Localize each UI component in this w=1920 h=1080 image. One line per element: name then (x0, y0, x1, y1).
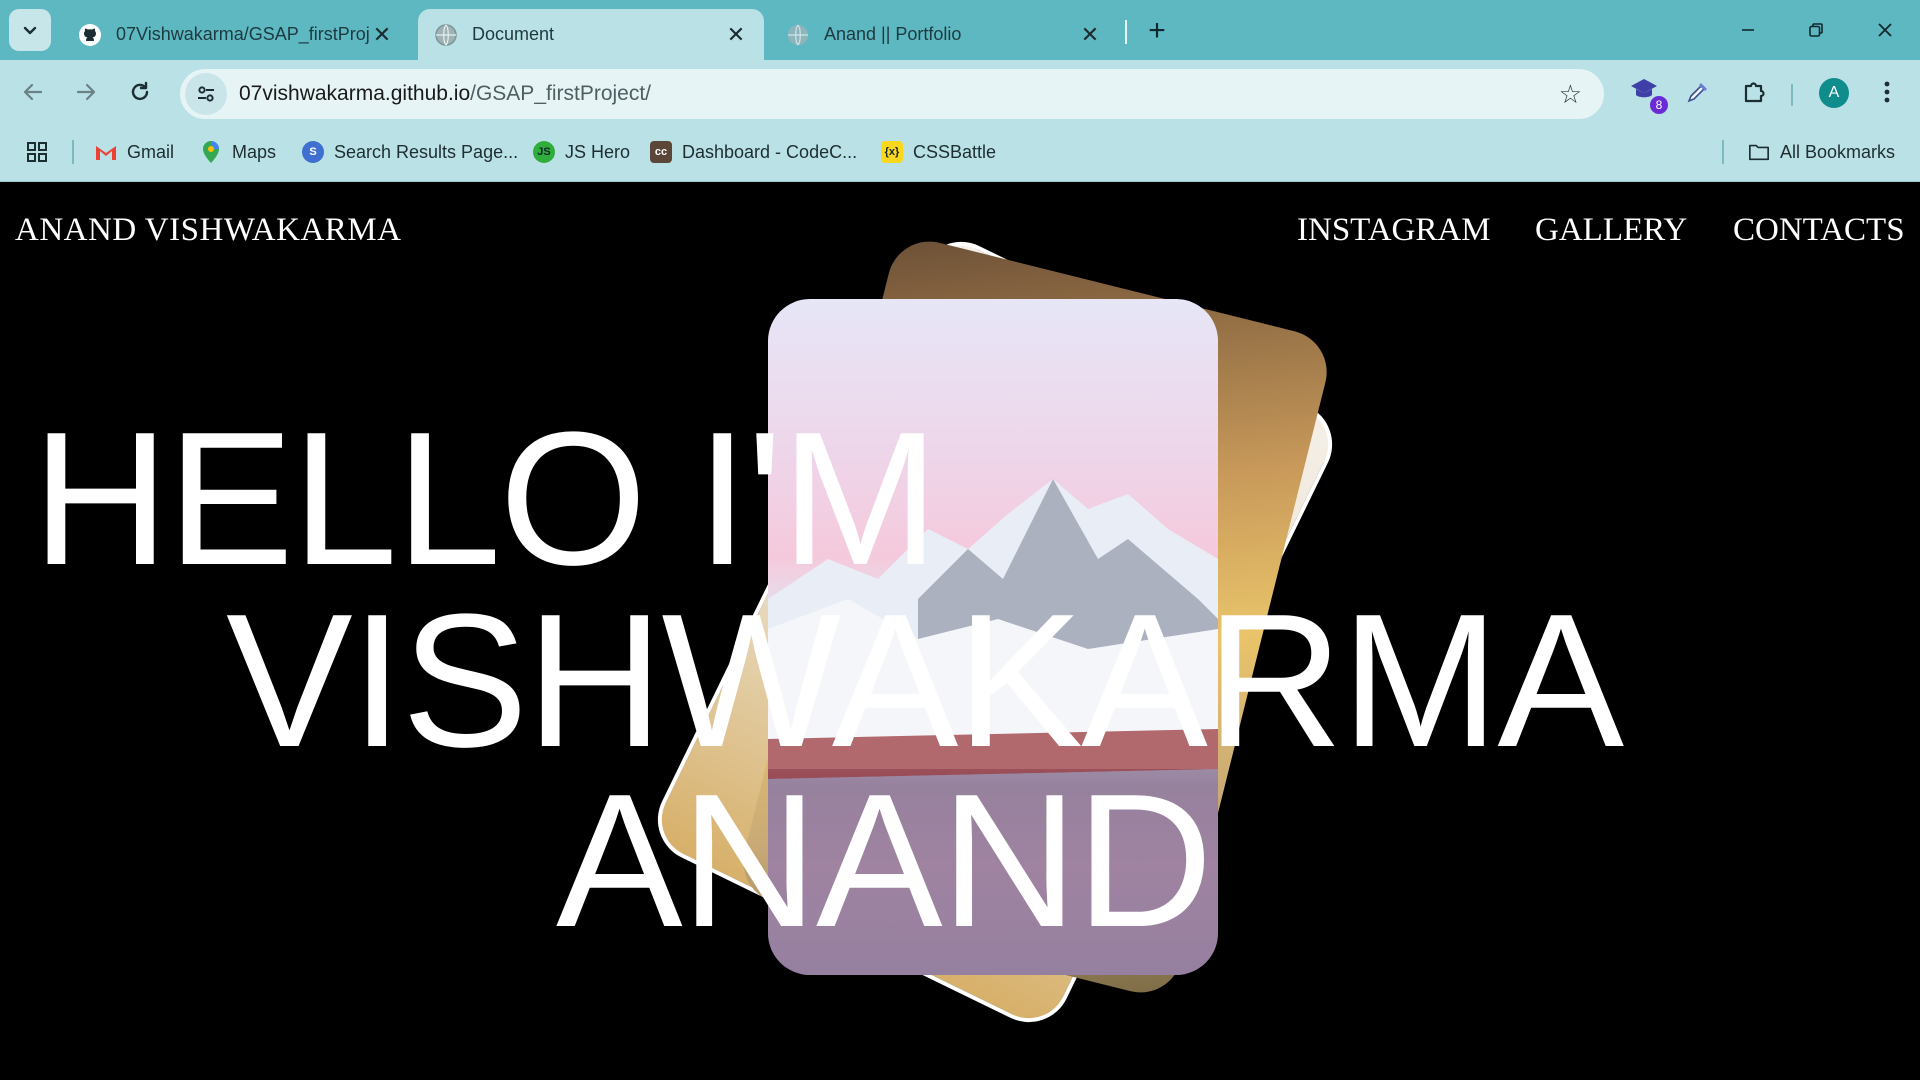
gmail-icon (95, 141, 117, 163)
restore-icon (1809, 23, 1823, 37)
headline-line-1: HELLO I'M (32, 393, 939, 605)
tab-separator (1125, 20, 1127, 44)
bookmark-maps[interactable]: Maps (200, 138, 276, 166)
url-path: /GSAP_firstProject/ (470, 82, 652, 105)
close-icon (1878, 23, 1892, 37)
bookmark-label: Maps (232, 141, 277, 162)
close-icon[interactable]: ✕ (370, 22, 394, 47)
url-text: 07vishwakarma.github.io/GSAP_firstProjec… (239, 82, 651, 106)
tune-icon (198, 86, 214, 102)
bookmark-label: CSSBattle (913, 141, 997, 162)
js-hero-icon: JS (533, 141, 555, 163)
folder-icon (1748, 141, 1770, 163)
bookmark-codechef[interactable]: cc Dashboard - CodeC... (650, 138, 857, 166)
close-window-button[interactable] (1865, 12, 1905, 48)
bookmark-cssbattle[interactable]: {x} CSSBattle (881, 138, 996, 166)
minimize-button[interactable] (1728, 12, 1768, 48)
globe-icon (788, 24, 808, 45)
globe-icon (435, 23, 457, 46)
arrow-right-icon (76, 83, 96, 101)
more-vertical-icon (1884, 81, 1890, 103)
nav-contacts[interactable]: CONTACTS (1733, 212, 1905, 249)
bookmarks-separator (72, 140, 74, 164)
close-icon[interactable]: ✕ (724, 22, 748, 47)
chevron-down-icon (23, 26, 37, 35)
site-brand[interactable]: ANAND VISHWAKARMA (15, 212, 402, 249)
tab-search-button[interactable] (9, 9, 51, 51)
tab-strip: 07Vishwakarma/GSAP_firstProje ✕ Document… (0, 0, 1920, 60)
forward-button[interactable] (66, 72, 106, 112)
puzzle-icon (1744, 82, 1765, 103)
tab-title: Document (472, 24, 555, 44)
minimize-icon (1742, 29, 1754, 31)
extension-button[interactable]: 8 (1628, 74, 1668, 114)
toolbar-separator (1791, 84, 1793, 106)
tab-title: 07Vishwakarma/GSAP_firstProje (116, 24, 370, 44)
bookmark-label: JS Hero (565, 141, 631, 162)
url-host: 07vishwakarma.github.io (239, 82, 471, 105)
browser-chrome: 07Vishwakarma/GSAP_firstProje ✕ Document… (0, 0, 1920, 182)
bookmark-gmail[interactable]: Gmail (95, 138, 174, 166)
new-tab-button[interactable]: + (1140, 14, 1174, 48)
tab-document[interactable]: Document ✕ (418, 9, 764, 60)
bookmarks-separator (1722, 140, 1724, 164)
site-info-button[interactable] (185, 73, 227, 115)
all-bookmarks-button[interactable]: All Bookmarks (1748, 138, 1895, 166)
bookmark-search-results[interactable]: S Search Results Page... (302, 138, 518, 166)
github-icon (79, 23, 101, 46)
search-results-icon: S (302, 141, 324, 163)
apps-grid-icon (27, 142, 47, 162)
nav-gallery[interactable]: GALLERY (1535, 212, 1687, 249)
eyedropper-icon (1687, 83, 1707, 103)
menu-button[interactable] (1869, 74, 1905, 110)
extension-badge: 8 (1650, 96, 1668, 114)
address-bar[interactable]: 07vishwakarma.github.io/GSAP_firstProjec… (180, 69, 1604, 119)
back-button[interactable] (13, 72, 53, 112)
bookmarks-bar: Gmail Maps S Search Results Page... JS J… (0, 122, 1920, 182)
profile-avatar[interactable]: A (1819, 78, 1849, 108)
apps-button[interactable] (26, 138, 48, 166)
reload-icon (131, 81, 149, 101)
browser-toolbar: 07vishwakarma.github.io/GSAP_firstProjec… (0, 60, 1920, 122)
bookmark-label: Gmail (127, 141, 175, 162)
codechef-icon: cc (650, 141, 672, 163)
reload-button[interactable] (120, 72, 160, 112)
cssbattle-icon: {x} (881, 141, 903, 163)
nav-instagram[interactable]: INSTAGRAM (1297, 212, 1491, 249)
tab-github[interactable]: 07Vishwakarma/GSAP_firstProje ✕ (62, 9, 410, 60)
restore-button[interactable] (1796, 12, 1836, 48)
headline-line-2: VISHWAKARMA (226, 575, 1624, 787)
page-viewport: ANAND VISHWAKARMA INSTAGRAM GALLERY CONT… (0, 182, 1920, 1080)
extensions-button[interactable] (1736, 74, 1772, 110)
close-icon[interactable]: ✕ (1078, 22, 1102, 47)
arrow-left-icon (23, 83, 43, 101)
bookmark-label: Search Results Page... (334, 141, 519, 162)
tab-title: Anand || Portfolio (824, 24, 962, 44)
bookmark-star-icon[interactable]: ☆ (1559, 79, 1582, 110)
eyedropper-extension-button[interactable] (1680, 74, 1716, 110)
bookmark-js-hero[interactable]: JS JS Hero (533, 138, 630, 166)
tab-portfolio[interactable]: Anand || Portfolio ✕ (770, 9, 1118, 60)
maps-icon (200, 141, 222, 163)
bookmark-label: Dashboard - CodeC... (682, 141, 858, 162)
all-bookmarks-label: All Bookmarks (1780, 141, 1896, 162)
headline-line-3: ANAND (556, 755, 1213, 967)
